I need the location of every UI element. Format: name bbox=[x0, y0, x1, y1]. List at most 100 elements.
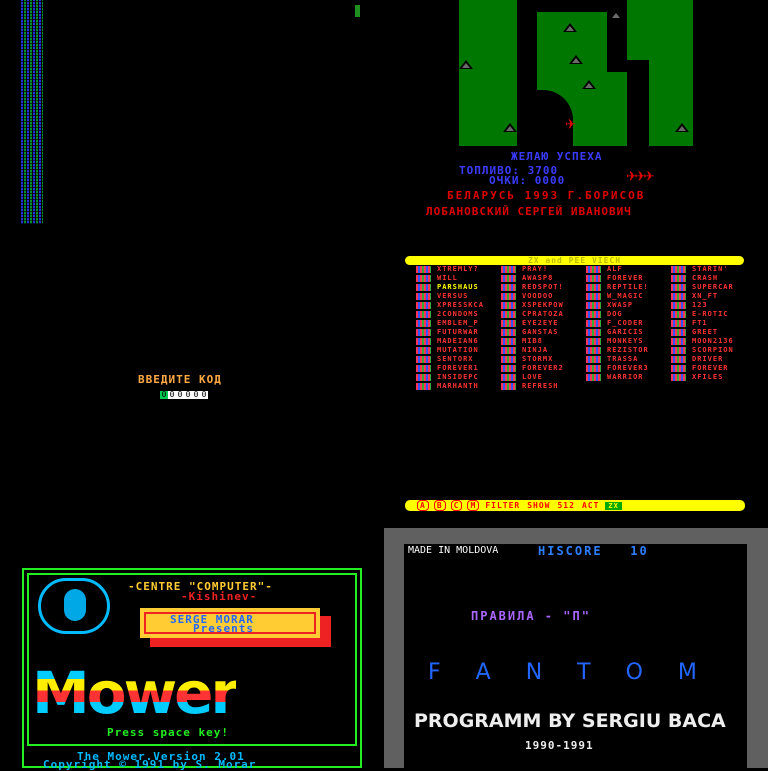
code-cell[interactable]: 0 bbox=[184, 391, 192, 399]
zx-file-icon bbox=[416, 374, 431, 381]
zx-file-icon bbox=[586, 365, 601, 372]
zx-file-icon bbox=[586, 293, 601, 300]
zx-file-icon bbox=[501, 374, 516, 381]
zx-file-icon bbox=[671, 374, 686, 381]
fantom-title-text: F A N T O M bbox=[428, 660, 711, 685]
menu-item[interactable]: FUTURWAR bbox=[416, 328, 484, 337]
menu-item[interactable]: XWASP bbox=[586, 301, 649, 310]
tree-icon bbox=[569, 55, 583, 64]
menu-item[interactable]: XTREMLY? bbox=[416, 265, 484, 274]
code-cell[interactable]: 0 bbox=[160, 391, 168, 399]
menu-item[interactable]: PRAY! bbox=[501, 265, 564, 274]
menu-item[interactable]: E-ROTIC bbox=[671, 310, 734, 319]
zx-file-icon bbox=[416, 329, 431, 336]
footer-button-512[interactable]: 512 bbox=[556, 501, 576, 510]
menu-item[interactable]: DOG bbox=[586, 310, 649, 319]
menu-item[interactable]: XFILES bbox=[671, 373, 734, 382]
zx-file-icon bbox=[586, 374, 601, 381]
menu-item[interactable]: DRIVER bbox=[671, 355, 734, 364]
menu-item[interactable]: SUPERCAR bbox=[671, 283, 734, 292]
menu-item-label: DOG bbox=[607, 310, 623, 318]
menu-item[interactable]: GARICIS bbox=[586, 328, 649, 337]
menu-item[interactable]: LOVE bbox=[501, 373, 564, 382]
menu-item[interactable]: GANSTAS bbox=[501, 328, 564, 337]
menu-item[interactable]: VERSUS bbox=[416, 292, 484, 301]
menu-item[interactable]: WILL bbox=[416, 274, 484, 283]
zx-file-icon bbox=[501, 356, 516, 363]
code-cell[interactable]: 0 bbox=[168, 391, 176, 399]
menu-item[interactable]: EYE2EYE bbox=[501, 319, 564, 328]
zx-file-icon bbox=[501, 320, 516, 327]
menu-item[interactable]: MUTATION bbox=[416, 346, 484, 355]
menu-item[interactable]: REDSPOT! bbox=[501, 283, 564, 292]
menu-item[interactable]: FOREVER2 bbox=[501, 364, 564, 373]
menu-item[interactable]: STORMX bbox=[501, 355, 564, 364]
zx-file-icon bbox=[416, 383, 431, 390]
river-channel bbox=[627, 60, 649, 146]
menu-item[interactable]: MIB8 bbox=[501, 337, 564, 346]
menu-item[interactable]: MONKEYS bbox=[586, 337, 649, 346]
code-cell[interactable]: 0 bbox=[200, 391, 208, 399]
code-cell[interactable]: 0 bbox=[192, 391, 200, 399]
hiscore-value: 10 bbox=[630, 544, 649, 558]
code-input[interactable]: 000000 bbox=[160, 390, 208, 400]
footer-button-b[interactable]: B bbox=[433, 500, 446, 511]
programmer-credit: PROGRAMM BY SERGIU BACA bbox=[414, 710, 726, 732]
menu-item[interactable]: FOREVER3 bbox=[586, 364, 649, 373]
menu-item[interactable]: INSIDEPC bbox=[416, 373, 484, 382]
menu-item[interactable]: 2CONDOMS bbox=[416, 310, 484, 319]
menu-item[interactable]: REFRESH bbox=[501, 382, 564, 391]
menu-item-label: MARHANTH bbox=[437, 382, 479, 390]
menu-item[interactable]: F_CODER bbox=[586, 319, 649, 328]
footer-button-filter[interactable]: FILTER bbox=[484, 501, 522, 510]
river-channel bbox=[607, 12, 627, 72]
menu-item-label: MADEIAN6 bbox=[437, 337, 479, 345]
menu-item[interactable]: XSPEKPOW bbox=[501, 301, 564, 310]
menu-item[interactable]: ALF bbox=[586, 265, 649, 274]
menu-item-label: WILL bbox=[437, 274, 458, 282]
menu-item[interactable]: SCORPION bbox=[671, 346, 734, 355]
menu-item[interactable]: FOREVER bbox=[671, 364, 734, 373]
zx-file-icon bbox=[586, 347, 601, 354]
menu-item-label: VERSUS bbox=[437, 292, 469, 300]
menu-item[interactable]: FT1 bbox=[671, 319, 734, 328]
menu-item[interactable]: MARHANTH bbox=[416, 382, 484, 391]
zx-file-icon bbox=[501, 275, 516, 282]
code-cell[interactable]: 0 bbox=[176, 391, 184, 399]
footer-button-c[interactable]: C bbox=[450, 500, 463, 511]
menu-item[interactable]: FOREVER1 bbox=[416, 364, 484, 373]
menu-item-label: STORMX bbox=[522, 355, 554, 363]
menu-item[interactable]: FOREVER bbox=[586, 274, 649, 283]
menu-item[interactable]: XPRESSKCA bbox=[416, 301, 484, 310]
menu-column: ALF FOREVER REPTILE! W_MAGIC XWASP DOG F_CODER… bbox=[586, 265, 649, 382]
footer-button-show[interactable]: SHOW bbox=[526, 501, 552, 510]
menu-item[interactable]: CPRATOZA bbox=[501, 310, 564, 319]
footer-button-act[interactable]: ACT bbox=[580, 501, 601, 510]
menu-item-label: XPRESSKCA bbox=[437, 301, 484, 309]
menu-item[interactable]: PARSHAUS bbox=[416, 283, 484, 292]
menu-item[interactable]: CRASH bbox=[671, 274, 734, 283]
zx-file-icon bbox=[416, 311, 431, 318]
menu-item[interactable]: STARIN' bbox=[671, 265, 734, 274]
menu-item[interactable]: MADEIAN6 bbox=[416, 337, 484, 346]
menu-item-label: FOREVER3 bbox=[607, 364, 649, 372]
menu-item[interactable]: EMBLEM_P bbox=[416, 319, 484, 328]
credit-line: БЕЛАРУСЬ 1993 Г.БОРИСОВ bbox=[447, 189, 646, 202]
menu-item[interactable]: 123 bbox=[671, 301, 734, 310]
menu-item[interactable]: MOON2136 bbox=[671, 337, 734, 346]
menu-item-label: XSPEKPOW bbox=[522, 301, 564, 309]
menu-item[interactable]: REZISTOR bbox=[586, 346, 649, 355]
zx-file-icon bbox=[671, 365, 686, 372]
menu-item[interactable]: XN_FT bbox=[671, 292, 734, 301]
menu-item[interactable]: NINJA bbox=[501, 346, 564, 355]
footer-button-m[interactable]: M bbox=[467, 500, 480, 511]
menu-item[interactable]: VOODOO bbox=[501, 292, 564, 301]
menu-item[interactable]: SENTORX bbox=[416, 355, 484, 364]
menu-item[interactable]: REPTILE! bbox=[586, 283, 649, 292]
menu-item[interactable]: WARRIOR bbox=[586, 373, 649, 382]
menu-item[interactable]: AWASP8 bbox=[501, 274, 564, 283]
footer-button-a[interactable]: A bbox=[417, 500, 429, 511]
menu-item[interactable]: GREET bbox=[671, 328, 734, 337]
menu-item[interactable]: W_MAGIC bbox=[586, 292, 649, 301]
menu-item[interactable]: TRASSA bbox=[586, 355, 649, 364]
